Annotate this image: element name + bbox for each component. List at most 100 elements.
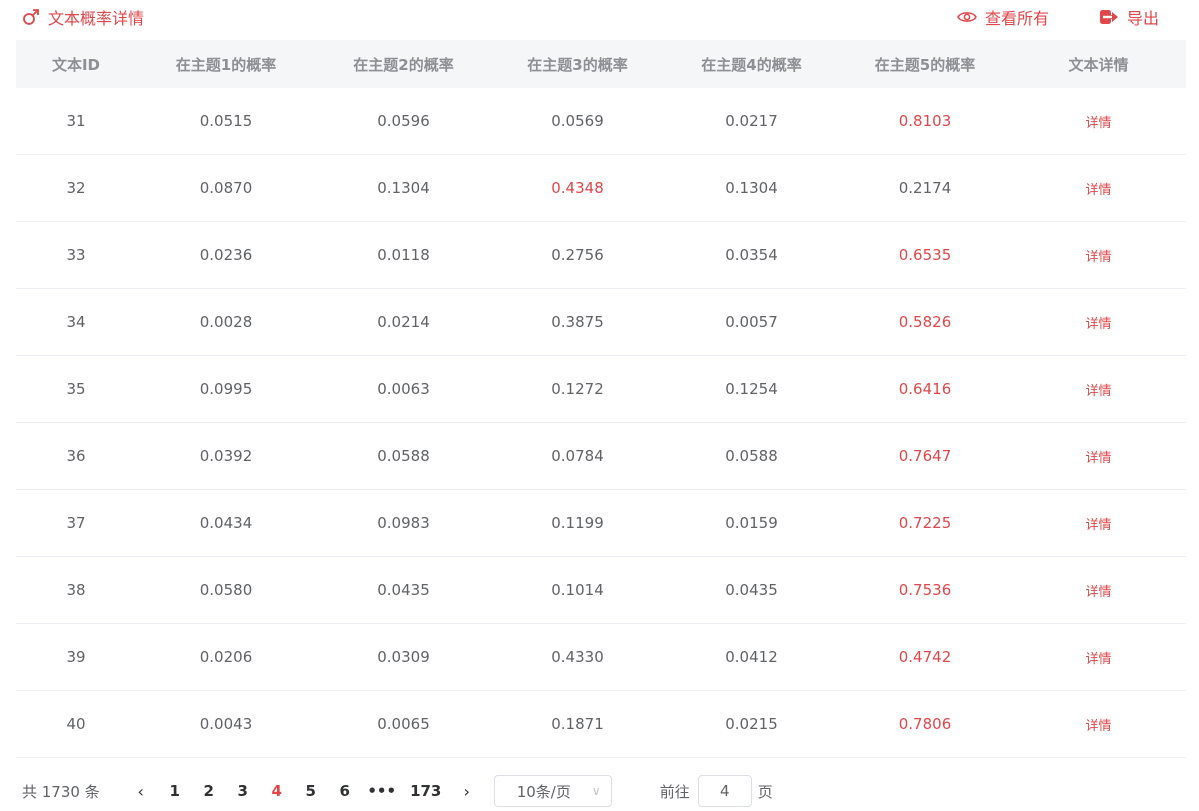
topic5-probability-cell: 0.6416 — [839, 355, 1011, 423]
view-all-label: 查看所有 — [984, 9, 1049, 28]
topic1-probability-cell: 0.0236 — [136, 221, 316, 289]
page-size-value: 10条/页 — [516, 782, 571, 801]
column-header-topic5: 在主题5的概率 — [874, 55, 976, 74]
topic4-probability-cell: 0.0159 — [664, 489, 839, 557]
chevron-down-icon: ∨ — [591, 784, 601, 798]
male-symbol-icon — [23, 9, 39, 25]
topic4-probability-cell: 0.0435 — [664, 556, 839, 624]
topic5-probability-cell: 0.7806 — [839, 690, 1011, 758]
text-id-cell: 32 — [16, 154, 136, 222]
topic4-probability-cell: 0.0215 — [664, 690, 839, 758]
eye-icon — [957, 12, 977, 22]
detail-link[interactable]: 详情 — [1085, 183, 1111, 198]
table-row: 36 0.0392 0.0588 0.0784 0.0588 0.7647 详情 — [16, 422, 1186, 490]
detail-cell: 详情 — [1011, 154, 1186, 222]
text-id-cell: 37 — [16, 489, 136, 557]
page-3[interactable]: 3 — [226, 782, 260, 800]
detail-link[interactable]: 详情 — [1085, 250, 1111, 265]
page-4-current[interactable]: 4 — [260, 782, 294, 800]
text-id-cell: 40 — [16, 690, 136, 758]
topic5-probability-cell: 0.6535 — [839, 221, 1011, 289]
export-label: 导出 — [1126, 9, 1159, 28]
page-2[interactable]: 2 — [192, 782, 226, 800]
table-body: 31 0.0515 0.0596 0.0569 0.0217 0.8103 详情 32 0.08… — [16, 88, 1186, 758]
page-size-select[interactable]: 10条/页 ∨ — [493, 775, 612, 807]
topic4-probability-cell: 0.0217 — [664, 88, 839, 155]
export-button[interactable]: 导出 — [1099, 5, 1159, 29]
detail-link[interactable]: 详情 — [1085, 116, 1111, 131]
pagination: 共 1730 条 ‹ 1 2 3 4 5 6 ••• 173 › 10条/页 ∨… — [22, 774, 1182, 808]
page-1[interactable]: 1 — [158, 782, 192, 800]
topic2-probability-cell: 0.0983 — [316, 489, 491, 557]
topic2-probability-cell: 0.0588 — [316, 422, 491, 490]
table-row: 32 0.0870 0.1304 0.4348 0.1304 0.2174 详情 — [16, 154, 1186, 222]
table-row: 35 0.0995 0.0063 0.1272 0.1254 0.6416 详情 — [16, 355, 1186, 423]
next-page-icon[interactable]: › — [450, 782, 484, 801]
detail-link[interactable]: 详情 — [1085, 451, 1111, 466]
detail-link[interactable]: 详情 — [1085, 719, 1111, 734]
topic2-probability-cell: 0.0063 — [316, 355, 491, 423]
detail-cell: 详情 — [1011, 88, 1186, 155]
topic1-probability-cell: 0.0580 — [136, 556, 316, 624]
topic2-probability-cell: 0.0435 — [316, 556, 491, 624]
topic5-probability-cell: 0.8103 — [839, 88, 1011, 155]
detail-link[interactable]: 详情 — [1085, 317, 1111, 332]
header-actions: 查看所有 导出 — [957, 5, 1159, 29]
topic2-probability-cell: 0.0065 — [316, 690, 491, 758]
topic1-probability-cell: 0.0870 — [136, 154, 316, 222]
topic5-probability-cell: 0.7647 — [839, 422, 1011, 490]
text-id-cell: 35 — [16, 355, 136, 423]
topic4-probability-cell: 0.0412 — [664, 623, 839, 691]
text-id-cell: 34 — [16, 288, 136, 356]
detail-cell: 详情 — [1011, 489, 1186, 557]
page-last[interactable]: 173 — [402, 782, 450, 800]
page-title: 文本概率详情 — [22, 5, 144, 29]
goto-suffix: 页 — [757, 782, 773, 801]
topic2-probability-cell: 0.0118 — [316, 221, 491, 289]
topic2-probability-cell: 0.0214 — [316, 288, 491, 356]
more-pages-button[interactable]: ••• — [362, 782, 402, 800]
detail-link[interactable]: 详情 — [1085, 384, 1111, 399]
topic5-probability-cell: 0.7225 — [839, 489, 1011, 557]
topic2-probability-cell: 0.0309 — [316, 623, 491, 691]
view-all-button[interactable]: 查看所有 — [957, 5, 1049, 29]
topic3-probability-cell: 0.1014 — [491, 556, 664, 624]
export-icon — [1099, 10, 1118, 24]
detail-cell: 详情 — [1011, 623, 1186, 691]
probability-table: 文本ID 在主题1的概率 在主题2的概率 在主题3的概率 在主题4的概率 在主题… — [16, 40, 1186, 758]
topic1-probability-cell: 0.0392 — [136, 422, 316, 490]
detail-link[interactable]: 详情 — [1085, 652, 1111, 667]
table-row: 40 0.0043 0.0065 0.1871 0.0215 0.7806 详情 — [16, 690, 1186, 758]
probability-table-container: 文本ID 在主题1的概率 在主题2的概率 在主题3的概率 在主题4的概率 在主题… — [16, 40, 1186, 758]
goto-page-input[interactable] — [697, 775, 752, 807]
topic4-probability-cell: 0.1254 — [664, 355, 839, 423]
detail-link[interactable]: 详情 — [1085, 585, 1111, 600]
topic4-probability-cell: 0.0354 — [664, 221, 839, 289]
topic3-probability-cell: 0.0569 — [491, 88, 664, 155]
table-row: 33 0.0236 0.0118 0.2756 0.0354 0.6535 详情 — [16, 221, 1186, 289]
text-id-cell: 31 — [16, 88, 136, 155]
topic4-probability-cell: 0.0588 — [664, 422, 839, 490]
detail-link[interactable]: 详情 — [1085, 518, 1111, 533]
goto-page: 前往 页 — [660, 775, 773, 807]
column-header-detail: 文本详情 — [1068, 55, 1129, 74]
topic3-probability-cell: 0.1199 — [491, 489, 664, 557]
page-5[interactable]: 5 — [294, 782, 328, 800]
topic5-probability-cell: 0.7536 — [839, 556, 1011, 624]
topic3-probability-cell: 0.2756 — [491, 221, 664, 289]
topic5-probability-cell: 0.4742 — [839, 623, 1011, 691]
total-count: 共 1730 条 — [22, 782, 100, 801]
table-row: 38 0.0580 0.0435 0.1014 0.0435 0.7536 详情 — [16, 556, 1186, 624]
topic1-probability-cell: 0.0043 — [136, 690, 316, 758]
topic1-probability-cell: 0.0515 — [136, 88, 316, 155]
topic5-probability-cell: 0.2174 — [839, 154, 1011, 222]
column-header-topic3: 在主题3的概率 — [527, 55, 628, 74]
detail-cell: 详情 — [1011, 422, 1186, 490]
detail-cell: 详情 — [1011, 355, 1186, 423]
topic3-probability-cell: 0.4348 — [491, 154, 664, 222]
prev-page-icon[interactable]: ‹ — [124, 782, 158, 801]
page-6[interactable]: 6 — [328, 782, 362, 800]
detail-cell: 详情 — [1011, 288, 1186, 356]
topic3-probability-cell: 0.4330 — [491, 623, 664, 691]
text-id-cell: 33 — [16, 221, 136, 289]
